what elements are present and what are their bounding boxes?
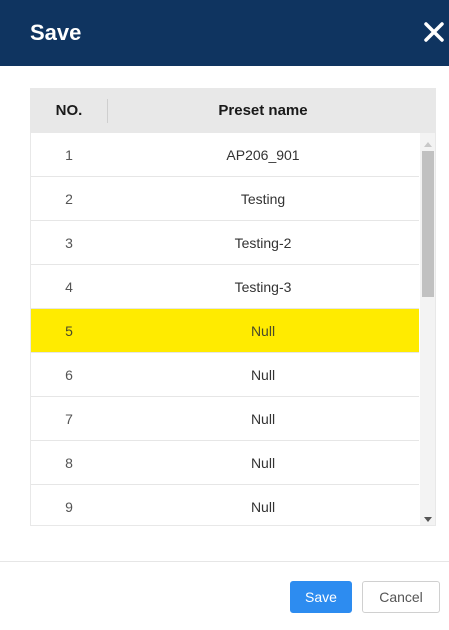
table-row[interactable]: 8 Null xyxy=(31,441,419,485)
cell-no: 5 xyxy=(65,323,73,339)
cell-no: 3 xyxy=(65,235,73,251)
table-scrollbar[interactable] xyxy=(420,133,435,525)
table-row[interactable]: 7 Null xyxy=(31,397,419,441)
save-button[interactable]: Save xyxy=(290,581,352,613)
table-row[interactable]: 9 Null xyxy=(31,485,419,525)
table-row[interactable]: 4 Testing-3 xyxy=(31,265,419,309)
cell-no: 2 xyxy=(65,191,73,207)
cell-preset-name: Null xyxy=(250,367,276,383)
scrollbar-thumb[interactable] xyxy=(422,151,434,297)
dialog-title-bar: Save xyxy=(0,0,449,66)
cell-no: 9 xyxy=(65,499,73,515)
cell-no: 1 xyxy=(65,147,73,163)
cell-no: 8 xyxy=(65,455,73,471)
table-row[interactable]: 3 Testing-2 xyxy=(31,221,419,265)
footer-divider xyxy=(0,561,449,562)
cancel-button[interactable]: Cancel xyxy=(362,581,440,613)
table-row[interactable]: 6 Null xyxy=(31,353,419,397)
cell-preset-name: Null xyxy=(250,455,276,471)
table-header: NO. Preset name xyxy=(31,89,435,133)
table-row[interactable]: 1 AP206_901 xyxy=(31,133,419,177)
cell-preset-name: Testing-2 xyxy=(234,235,292,251)
preset-table: NO. Preset name 1 AP206_901 2 Testing 3 Testi… xyxy=(30,88,436,526)
close-icon[interactable] xyxy=(420,16,448,48)
cell-preset-name: AP206_901 xyxy=(226,147,300,163)
dialog-title: Save xyxy=(30,20,82,45)
scroll-down-arrow-icon[interactable] xyxy=(420,511,435,522)
cell-preset-name: Null xyxy=(250,499,276,515)
column-header-no: NO. xyxy=(55,102,83,119)
table-row[interactable]: 2 Testing xyxy=(31,177,419,221)
cell-preset-name: Null xyxy=(250,411,276,427)
table-row[interactable]: 5 Null xyxy=(31,309,419,353)
cell-no: 6 xyxy=(65,367,73,383)
scroll-up-arrow-icon[interactable] xyxy=(420,137,435,147)
cell-no: 4 xyxy=(65,279,73,295)
cell-preset-name: Testing-3 xyxy=(234,279,292,295)
cell-preset-name: Null xyxy=(250,323,276,339)
table-body: 1 AP206_901 2 Testing 3 Testing-2 4 Testing-3 5 N… xyxy=(31,133,419,525)
column-header-preset-name: Preset name xyxy=(218,102,308,119)
cell-preset-name: Testing xyxy=(240,191,286,207)
cell-no: 7 xyxy=(65,411,73,427)
